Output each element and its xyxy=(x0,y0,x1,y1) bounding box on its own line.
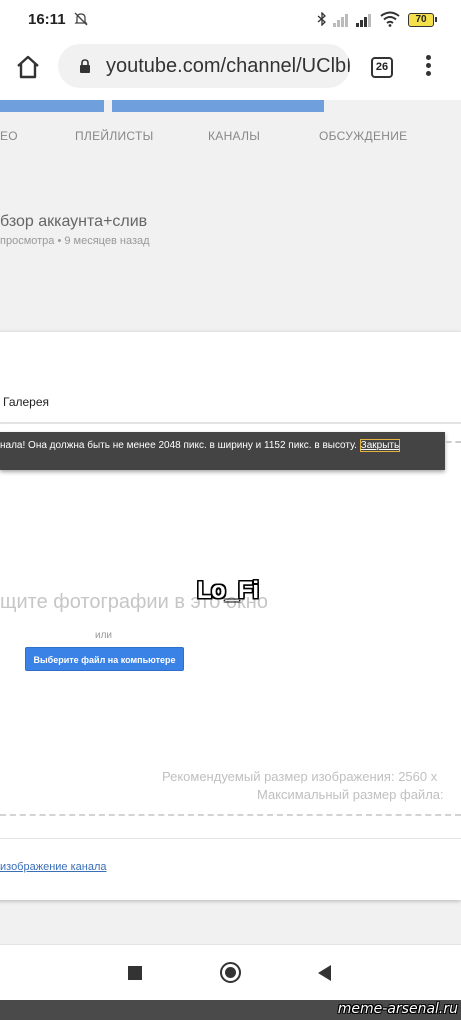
toast-message: нала! Она должна быть не менее 2048 пикс… xyxy=(0,440,357,451)
channel-image-link[interactable]: изображение канала xyxy=(0,861,107,873)
tab-videos[interactable]: ЕО xyxy=(0,129,18,143)
muted-notifications-icon xyxy=(74,12,88,26)
max-size-text: Максимальный размер файла: xyxy=(257,787,444,802)
toast-close-link[interactable]: Закрыть xyxy=(359,439,401,452)
recommended-size-text: Рекомендуемый размер изображения: 2560 х xyxy=(162,769,438,784)
drop-zone-border xyxy=(446,441,461,443)
menu-icon[interactable] xyxy=(424,55,432,79)
signal-icon xyxy=(356,13,374,27)
navigation-bar xyxy=(0,944,461,1000)
footer-strip: meme-arsenal.ru xyxy=(0,1000,461,1020)
home-icon[interactable] xyxy=(15,54,41,80)
drop-zone-border xyxy=(0,814,461,816)
lock-icon xyxy=(80,59,90,73)
channel-action-button[interactable] xyxy=(0,100,104,112)
video-title[interactable]: бзор аккаунта+слив xyxy=(0,213,147,231)
tab-channels[interactable]: КАНАЛЫ xyxy=(208,129,260,143)
divider xyxy=(0,422,461,424)
status-time: 16:11 xyxy=(28,11,66,28)
battery-icon: 70 xyxy=(408,13,437,27)
recents-icon[interactable] xyxy=(128,966,142,980)
url-text[interactable]: youtube.com/channel/UClbI xyxy=(106,55,350,78)
address-bar[interactable]: youtube.com/channel/UClbI xyxy=(58,44,350,88)
home-circle-icon[interactable] xyxy=(220,962,241,983)
signal-icon xyxy=(333,13,351,27)
site-watermark: meme-arsenal.ru xyxy=(337,1001,458,1017)
tab-discussion[interactable]: ОБСУЖДЕНИЕ xyxy=(319,129,407,143)
channel-tabs: ЕО ПЛЕЙЛИСТЫ КАНАЛЫ ОБСУЖДЕНИЕ xyxy=(0,112,461,160)
divider xyxy=(0,838,461,839)
status-bar: 16:11 70 xyxy=(0,0,461,38)
browser-toolbar: youtube.com/channel/UClbI 26 xyxy=(0,38,461,100)
watermark-text: Lo_Fi xyxy=(197,577,259,604)
video-meta: просмотра • 9 месяцев назад xyxy=(0,235,150,247)
choose-file-button[interactable]: Выберите файл на компьютере xyxy=(25,647,184,671)
or-label: или xyxy=(95,630,113,641)
back-icon[interactable] xyxy=(318,965,331,981)
tab-switcher-button[interactable]: 26 xyxy=(371,57,393,78)
error-toast: нала! Она должна быть не менее 2048 пикс… xyxy=(0,432,445,470)
channel-action-button[interactable] xyxy=(112,100,324,112)
tab-playlists[interactable]: ПЛЕЙЛИСТЫ xyxy=(75,129,154,143)
tab-gallery[interactable]: Галерея xyxy=(3,395,49,409)
bluetooth-icon xyxy=(317,12,326,26)
wifi-icon xyxy=(380,11,400,27)
